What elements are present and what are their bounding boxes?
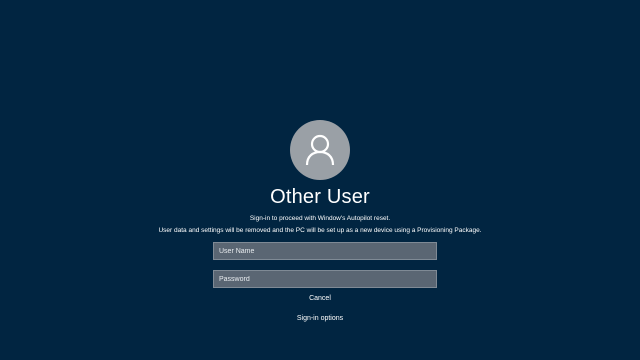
signin-options-link[interactable]: Sign-in options (297, 315, 343, 322)
lock-screen: Other User Sign-in to proceed with Windo… (0, 0, 640, 360)
reset-warning-message: User data and settings will be removed a… (158, 227, 482, 234)
password-field[interactable] (213, 270, 437, 288)
avatar (290, 120, 350, 180)
reset-message: Sign-in to proceed with Window's Autopil… (249, 215, 391, 222)
signin-options-container: Sign-in options (0, 315, 640, 322)
cancel-button[interactable]: Cancel (309, 295, 331, 302)
cancel-container: Cancel (0, 295, 640, 302)
user-display-name: Other User (270, 186, 370, 208)
user-icon (305, 134, 335, 166)
username-field[interactable] (213, 242, 437, 260)
